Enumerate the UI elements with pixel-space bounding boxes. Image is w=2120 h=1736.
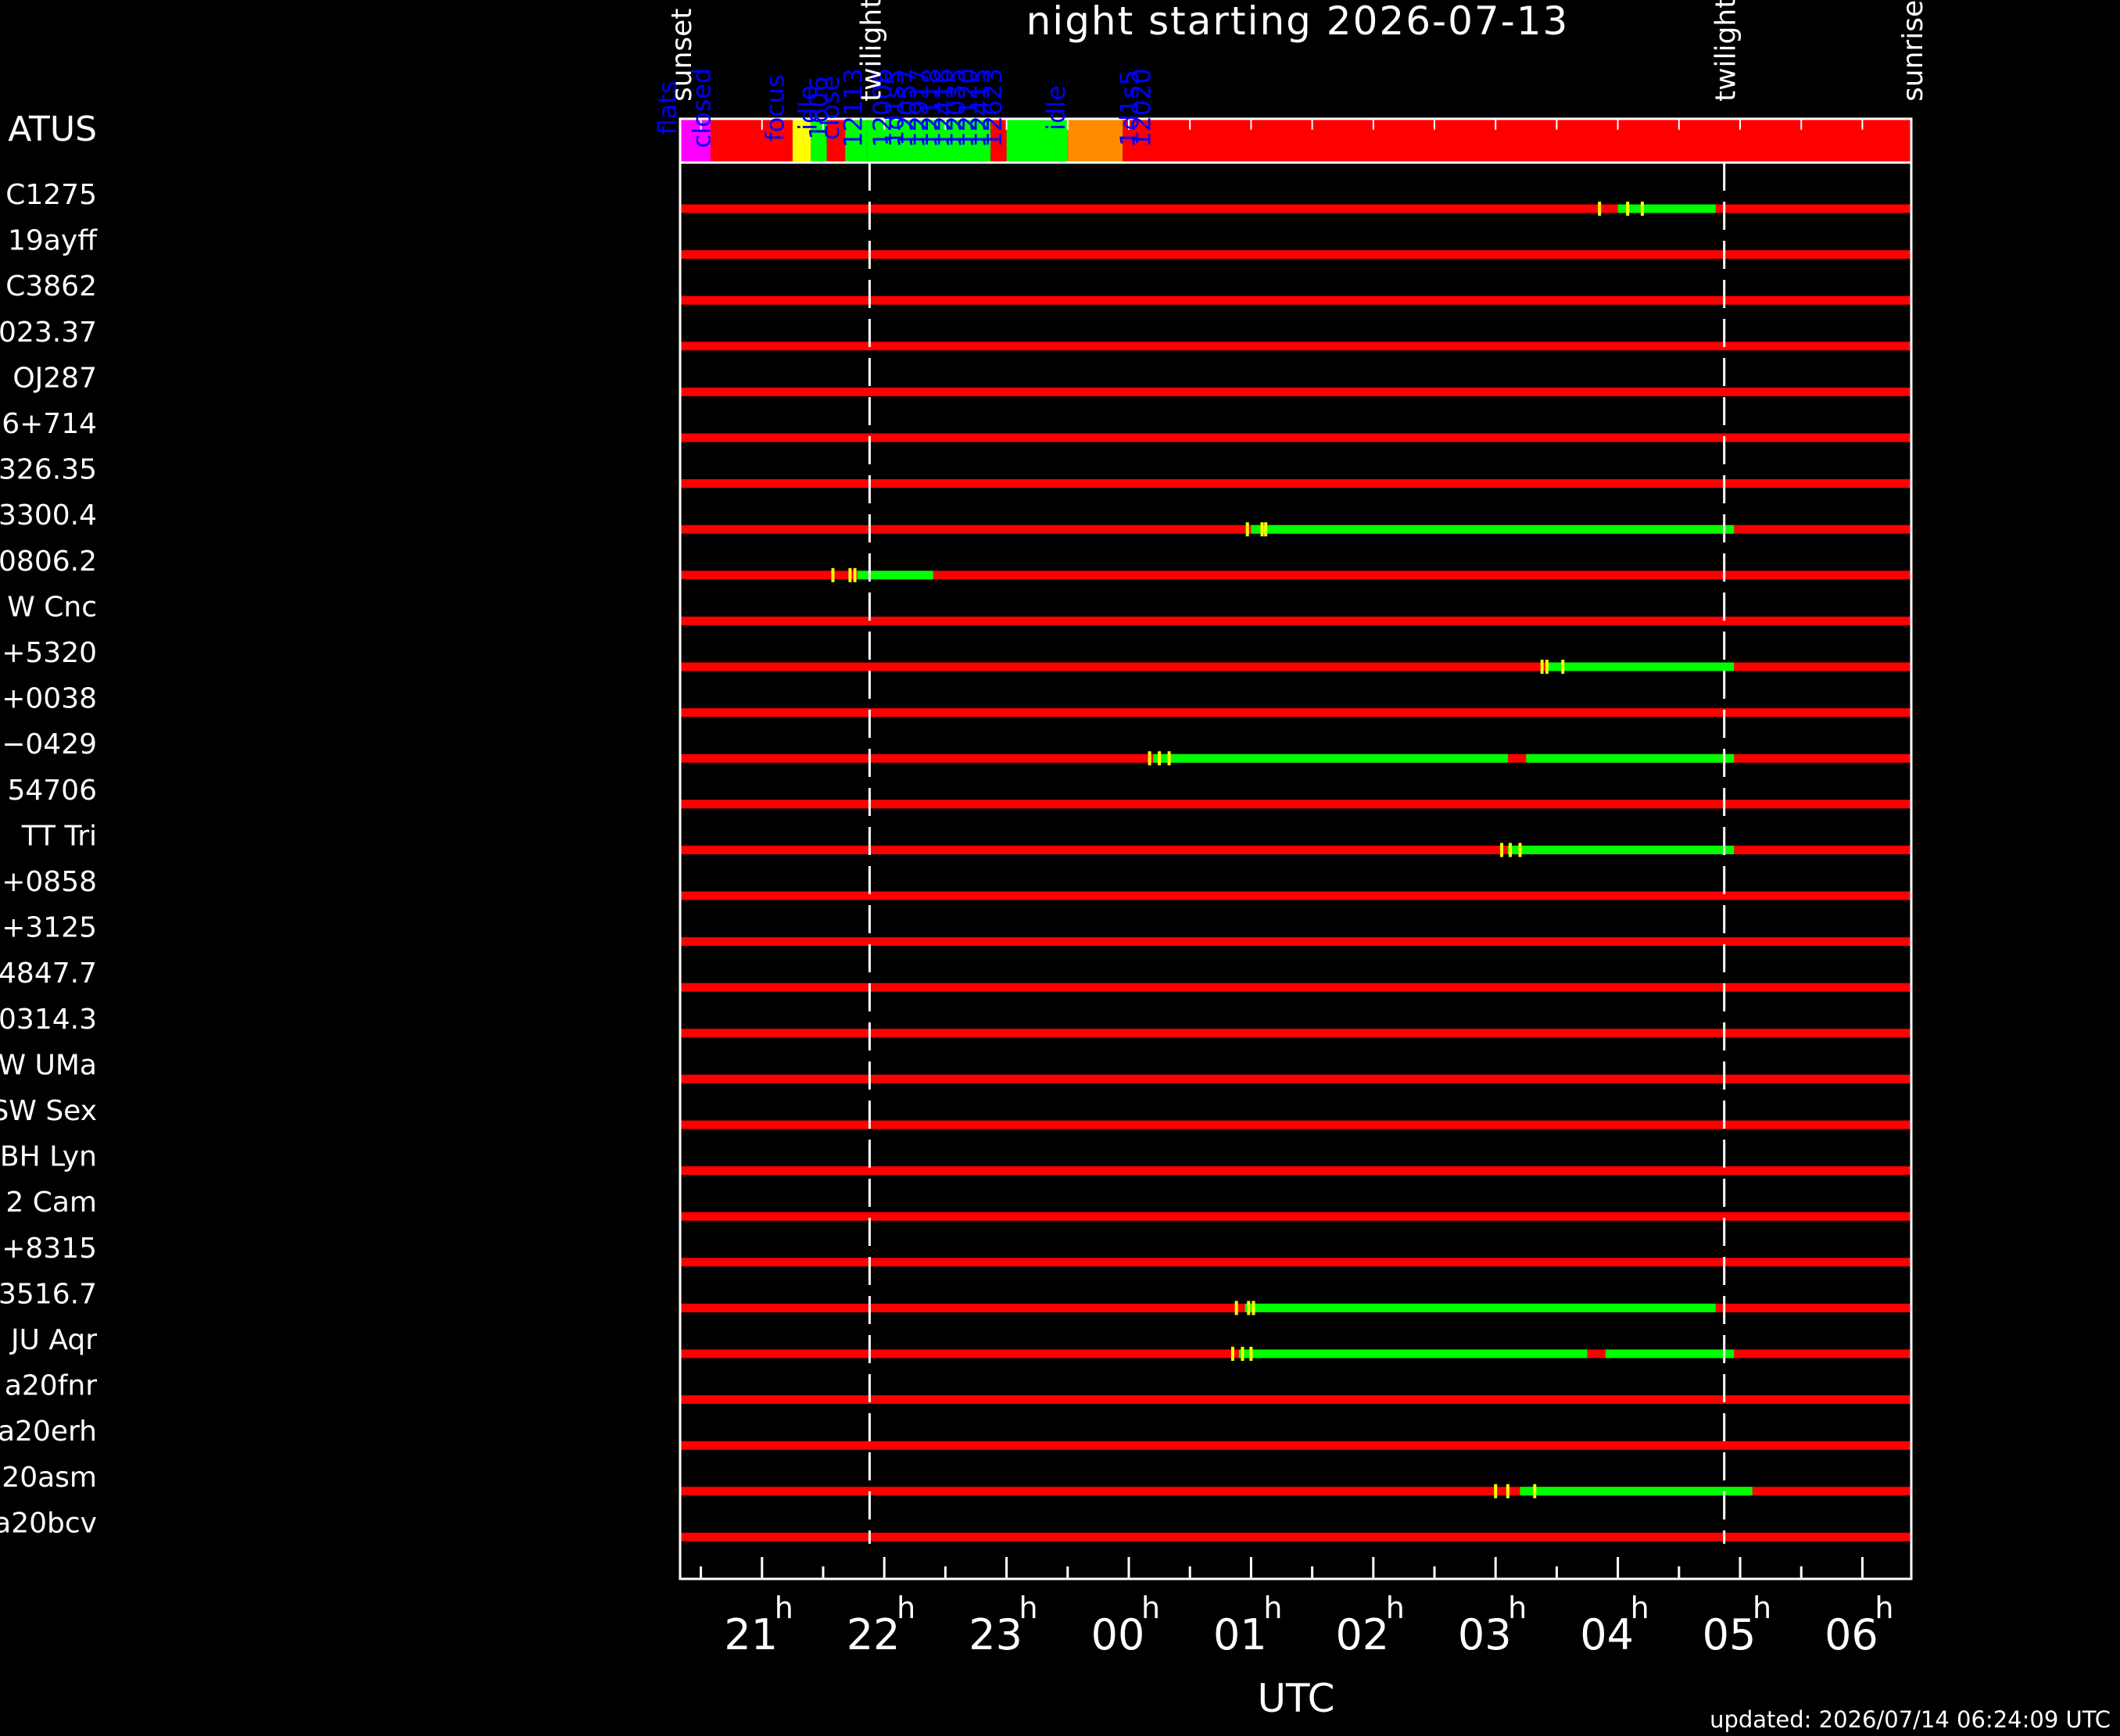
x-tick-superscript: h xyxy=(1508,1591,1527,1625)
target-label: 326.35 xyxy=(0,454,97,486)
target-label: W Cnc xyxy=(7,591,97,623)
x-tick-label: 02 xyxy=(1335,1610,1389,1659)
x-tick-superscript: h xyxy=(1263,1591,1282,1625)
x-tick-superscript: h xyxy=(1631,1591,1649,1625)
x-tick-label: 03 xyxy=(1458,1610,1512,1659)
target-label: 54706 xyxy=(7,775,97,807)
target-label: 0806.2 xyxy=(0,546,97,578)
x-tick-superscript: h xyxy=(775,1591,793,1625)
x-tick-superscript: h xyxy=(1386,1591,1405,1625)
x-tick-superscript: h xyxy=(1019,1591,1038,1625)
plot-border xyxy=(679,161,1913,1580)
status-label: 12020 xyxy=(1127,68,1157,148)
x-tick-superscript: h xyxy=(1753,1591,1771,1625)
target-label: 4847.7 xyxy=(0,957,97,990)
chart-title: night starting 2026-07-13 xyxy=(1026,0,1570,44)
event-label-twilight: twilight xyxy=(855,0,887,102)
target-labels: C1275 19ayff C3862 023.37 OJ287 6+714 326.35 33… xyxy=(0,179,98,1539)
target-label: 19ayff xyxy=(8,225,98,257)
updated-timestamp: updated: 2026/07/14 06:24:09 UTC xyxy=(1710,1706,2111,1733)
status-label: focus xyxy=(760,74,790,141)
x-tick-label: 21 xyxy=(724,1610,778,1659)
status-row-label: ATUS xyxy=(8,109,97,149)
x-tick-superscript: h xyxy=(1141,1591,1160,1625)
target-label: 2 Cam xyxy=(5,1187,97,1219)
x-tick-superscript: h xyxy=(897,1591,915,1625)
x-tick-label: 05 xyxy=(1703,1610,1757,1659)
x-tick-label: 00 xyxy=(1091,1610,1145,1659)
target-label: +0038 xyxy=(2,683,97,715)
night-observing-chart: night starting 2026-07-13 ATUS flats clos… xyxy=(0,0,2111,1733)
target-label: JU Aqr xyxy=(9,1324,97,1356)
target-label: −0429 xyxy=(2,728,97,761)
target-label: a20fnr xyxy=(5,1370,97,1402)
status-label: idle xyxy=(1041,85,1071,131)
x-tick-label: 06 xyxy=(1825,1610,1878,1659)
target-label: 6+714 xyxy=(2,408,97,440)
x-tick-superscript: h xyxy=(1875,1591,1893,1625)
x-axis-label: UTC xyxy=(1257,1676,1334,1721)
target-label: OJ287 xyxy=(13,362,97,394)
target-label: 3516.7 xyxy=(0,1278,97,1310)
target-label: +0858 xyxy=(2,866,97,898)
status-segment xyxy=(1123,119,1911,163)
target-label: TT Tri xyxy=(21,820,97,852)
x-axis: 21h22h23h00h01h02h03h04h05h06h xyxy=(700,1557,1893,1659)
target-label: BH Lyn xyxy=(0,1141,97,1173)
event-label-twilight: twilight xyxy=(1710,0,1742,102)
target-label: +8315 xyxy=(2,1233,97,1265)
target-label: 0314.3 xyxy=(0,1004,97,1036)
status-label: 12623 xyxy=(978,68,1008,148)
target-rows xyxy=(680,202,1911,1541)
target-label: a20bcv xyxy=(0,1507,97,1539)
x-tick-label: 22 xyxy=(847,1610,901,1659)
x-tick-label: 04 xyxy=(1580,1610,1634,1659)
plot-frame xyxy=(679,161,1913,1580)
target-label: 023.37 xyxy=(0,317,97,349)
target-label: a20erh xyxy=(0,1416,97,1448)
target-label: 20asm xyxy=(2,1462,97,1494)
event-label-sunrise: sunrise xyxy=(1897,0,1929,102)
target-label: W UMa xyxy=(0,1049,97,1081)
x-tick-label: 23 xyxy=(969,1610,1022,1659)
target-label: C3862 xyxy=(5,270,97,302)
target-label: C1275 xyxy=(5,179,97,211)
event-label-sunset: sunset xyxy=(666,9,698,102)
target-label: +5320 xyxy=(2,637,97,669)
target-label: +3125 xyxy=(2,912,97,944)
target-label: SW Sex xyxy=(0,1095,97,1127)
x-tick-label: 01 xyxy=(1213,1610,1267,1659)
target-label: 3300.4 xyxy=(0,499,97,532)
